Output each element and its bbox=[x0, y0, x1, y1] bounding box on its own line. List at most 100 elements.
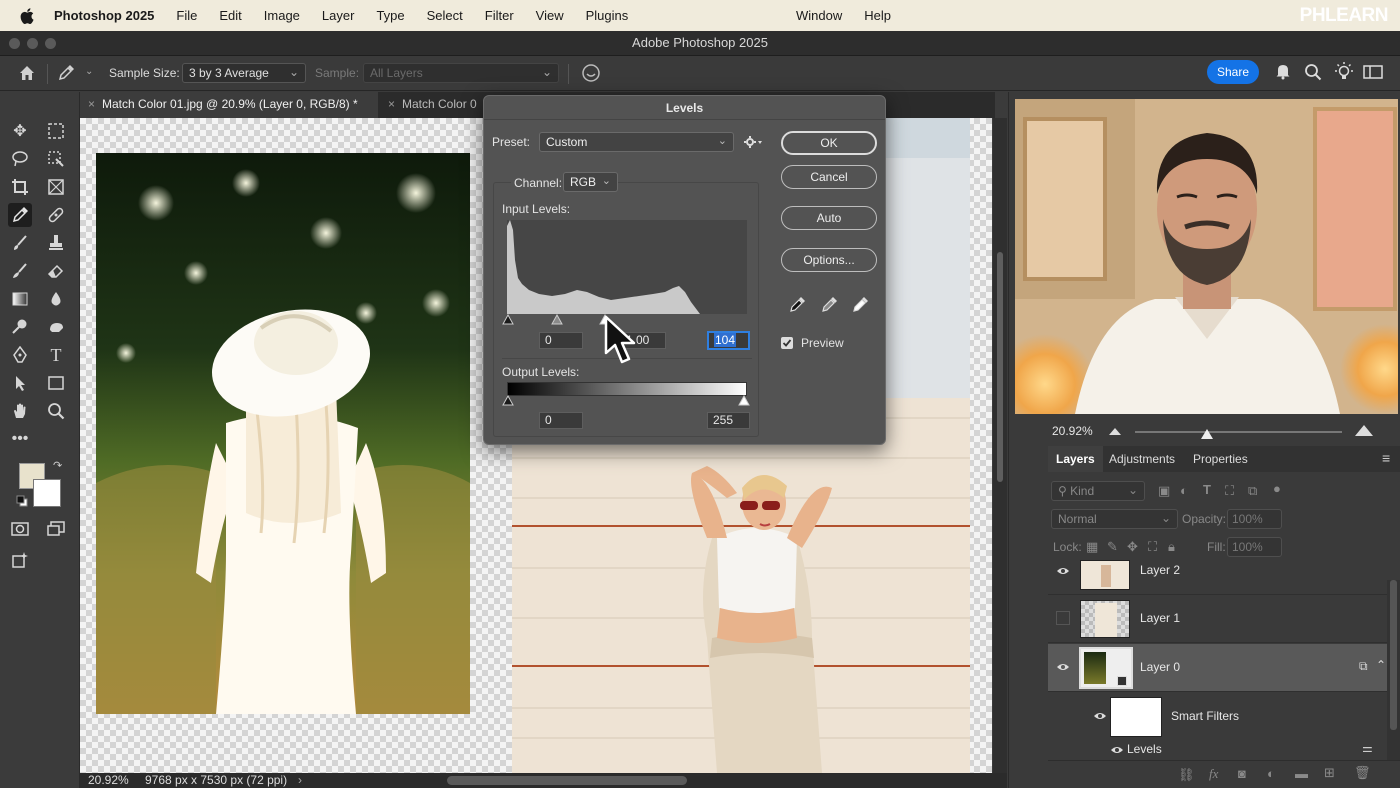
layer-name[interactable]: Layer 2 bbox=[1140, 563, 1180, 577]
layer-name[interactable]: Layer 1 bbox=[1140, 611, 1180, 625]
layer-row-layer-1[interactable]: Layer 1 bbox=[1048, 595, 1388, 643]
link-layers-icon[interactable]: ⛓︎ bbox=[1178, 767, 1195, 783]
path-selection-tool-icon[interactable] bbox=[8, 371, 32, 395]
zoom-out-mountain-icon[interactable] bbox=[1109, 427, 1121, 435]
output-white-field[interactable]: 255 bbox=[707, 412, 750, 429]
new-adjustment-layer-icon[interactable]: ◐ bbox=[1267, 766, 1275, 781]
scrollbar-thumb[interactable] bbox=[997, 252, 1003, 482]
menu-file[interactable]: File bbox=[165, 8, 208, 23]
status-menu-arrow[interactable]: › bbox=[298, 773, 302, 788]
marquee-tool-icon[interactable] bbox=[44, 119, 68, 143]
blend-mode-select[interactable]: Normal ⌄ bbox=[1051, 509, 1178, 529]
tab-match-color-01[interactable]: × Match Color 01.jpg @ 20.9% (Layer 0, R… bbox=[80, 92, 378, 118]
healing-brush-tool-icon[interactable] bbox=[44, 203, 68, 227]
input-black-slider[interactable] bbox=[502, 314, 514, 325]
fill-field[interactable]: 100% bbox=[1227, 537, 1282, 557]
menu-edit[interactable]: Edit bbox=[208, 8, 252, 23]
output-black-slider[interactable] bbox=[502, 395, 514, 406]
eyedropper-tool-icon[interactable] bbox=[8, 203, 32, 227]
menu-help[interactable]: Help bbox=[853, 8, 902, 23]
zoom-window-icon[interactable] bbox=[45, 38, 56, 49]
layer-row-layer-0[interactable]: Layer 0 ⧉ ⌃ bbox=[1048, 644, 1388, 692]
options-button[interactable]: Options... bbox=[781, 248, 877, 272]
menu-app-name[interactable]: Photoshop 2025 bbox=[46, 8, 165, 23]
tab-adjustments[interactable]: Adjustments bbox=[1101, 446, 1183, 472]
menu-type[interactable]: Type bbox=[365, 8, 415, 23]
smudge-tool-icon[interactable] bbox=[44, 315, 68, 339]
input-white-field[interactable]: 104 bbox=[707, 331, 750, 350]
channel-select[interactable]: RGB ⌄ bbox=[563, 172, 618, 192]
swap-colors-icon[interactable]: ↷ bbox=[53, 459, 62, 472]
preset-options-gear-icon[interactable] bbox=[744, 135, 762, 149]
lock-all-icon[interactable]: 🔒︎ bbox=[1168, 539, 1175, 555]
default-colors-icon[interactable] bbox=[16, 495, 28, 507]
input-black-field[interactable]: 0 bbox=[539, 332, 583, 349]
zoom-slider-handle[interactable] bbox=[1201, 429, 1214, 439]
filter-pixel-icon[interactable]: ▣ bbox=[1158, 483, 1170, 499]
smart-filters-row[interactable]: Smart Filters Levels ⚌ bbox=[1048, 693, 1388, 760]
quick-mask-icon[interactable] bbox=[8, 517, 32, 541]
chevron-down-icon[interactable]: ⌄ bbox=[85, 66, 93, 77]
filter-smart-object-icon[interactable]: ⧉ bbox=[1248, 483, 1257, 499]
gray-point-eyedropper-icon[interactable] bbox=[820, 294, 840, 314]
lightbulb-icon[interactable] bbox=[1334, 61, 1354, 81]
tab-properties[interactable]: Properties bbox=[1185, 446, 1256, 472]
lock-artboard-icon[interactable]: ⛶ bbox=[1148, 539, 1157, 555]
visibility-toggle-empty[interactable] bbox=[1056, 611, 1070, 625]
lasso-tool-icon[interactable] bbox=[8, 147, 32, 171]
preview-checkbox[interactable] bbox=[781, 337, 793, 349]
sample-select[interactable]: All Layers ⌄ bbox=[363, 63, 559, 83]
visibility-eye-icon[interactable] bbox=[1110, 743, 1124, 757]
brush-tool-icon[interactable] bbox=[8, 231, 32, 255]
close-window-icon[interactable] bbox=[9, 38, 20, 49]
smart-filter-mask-thumbnail[interactable] bbox=[1110, 697, 1162, 737]
eyedropper-tool-preset-icon[interactable] bbox=[57, 64, 75, 82]
cancel-button[interactable]: Cancel bbox=[781, 165, 877, 189]
new-layer-icon[interactable]: ⊞ bbox=[1324, 765, 1335, 781]
zoom-in-mountain-icon[interactable] bbox=[1355, 424, 1373, 436]
sample-size-select[interactable]: 3 by 3 Average ⌄ bbox=[182, 63, 306, 83]
zoom-tool-icon[interactable] bbox=[44, 399, 68, 423]
move-tool-icon[interactable]: ✥ bbox=[8, 119, 32, 143]
visibility-eye-icon[interactable] bbox=[1056, 660, 1070, 674]
bell-icon[interactable] bbox=[1275, 62, 1291, 80]
layer-row-layer-2[interactable]: Layer 2 bbox=[1048, 556, 1388, 595]
menu-image[interactable]: Image bbox=[253, 8, 311, 23]
levels-filter-label[interactable]: Levels bbox=[1127, 742, 1162, 756]
eraser-tool-icon[interactable] bbox=[44, 259, 68, 283]
close-tab-icon[interactable]: × bbox=[88, 92, 95, 117]
gradient-tool-icon[interactable] bbox=[8, 287, 32, 311]
search-icon[interactable] bbox=[1304, 63, 1322, 81]
share-button[interactable]: Share bbox=[1207, 60, 1259, 84]
rectangle-tool-icon[interactable] bbox=[44, 371, 68, 395]
frame-tool-icon[interactable] bbox=[44, 175, 68, 199]
output-white-slider[interactable] bbox=[738, 395, 750, 406]
auto-button[interactable]: Auto bbox=[781, 206, 877, 230]
menu-select[interactable]: Select bbox=[416, 8, 474, 23]
generative-fill-icon[interactable] bbox=[8, 548, 32, 572]
layers-scrollbar[interactable] bbox=[1387, 580, 1400, 760]
history-brush-tool-icon[interactable] bbox=[8, 259, 32, 283]
navigator-zoom-value[interactable]: 20.92% bbox=[1052, 424, 1093, 438]
menu-plugins[interactable]: Plugins bbox=[575, 8, 640, 23]
minimize-window-icon[interactable] bbox=[27, 38, 38, 49]
filter-shape-icon[interactable]: ⛶ bbox=[1225, 483, 1234, 499]
new-group-icon[interactable]: ▬ bbox=[1295, 766, 1308, 781]
collapse-chevron-icon[interactable]: ⌃ bbox=[1376, 658, 1386, 672]
apple-icon[interactable] bbox=[20, 7, 34, 24]
visibility-eye-icon[interactable] bbox=[1093, 709, 1107, 723]
add-mask-icon[interactable]: ◙ bbox=[1238, 766, 1246, 781]
menu-filter[interactable]: Filter bbox=[474, 8, 525, 23]
canvas-vertical-scrollbar[interactable] bbox=[993, 118, 1007, 773]
panel-menu-icon[interactable]: ≡ bbox=[1382, 450, 1390, 466]
dodge-tool-icon[interactable] bbox=[8, 315, 32, 339]
layer-name[interactable]: Layer 0 bbox=[1140, 660, 1180, 674]
lock-transparent-icon[interactable]: ▦ bbox=[1086, 539, 1098, 555]
pen-tool-icon[interactable] bbox=[8, 343, 32, 367]
output-sliders[interactable] bbox=[502, 395, 752, 407]
workspace-icon[interactable] bbox=[1363, 64, 1383, 80]
input-gamma-slider[interactable] bbox=[551, 314, 563, 325]
zoom-slider-track[interactable] bbox=[1135, 431, 1342, 433]
visibility-eye-icon[interactable] bbox=[1056, 564, 1070, 578]
filter-toggle-icon[interactable]: ● bbox=[1273, 481, 1281, 496]
